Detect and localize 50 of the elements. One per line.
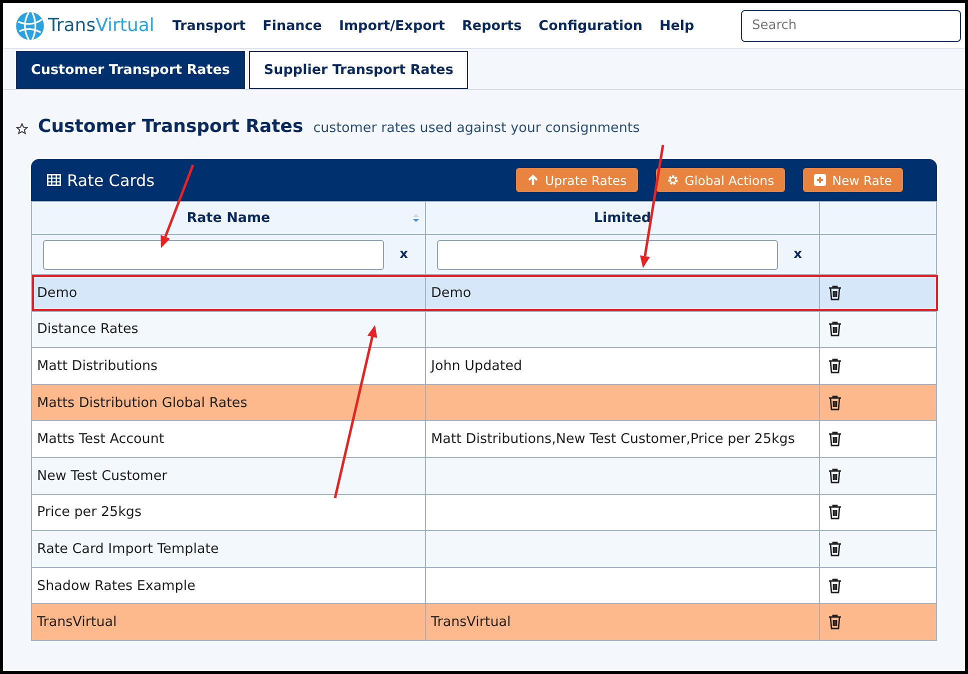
trash-icon[interactable] [828,540,842,557]
trash-icon[interactable] [828,504,842,520]
table-cell: Rate Card Import Template [37,540,219,557]
table-cell: Matt Distributions,New Test Customer,Price per 25kgs [431,431,795,448]
tab[interactable]: Customer Transport Rates [16,51,245,89]
table-cell: New Test Customer [37,468,168,484]
table-cell: Demo [37,284,78,301]
trash-icon[interactable] [828,321,842,338]
table-cell: TransVirtual [37,614,117,630]
clear-filter-button[interactable]: x [394,246,414,263]
column-header[interactable]: Limited [426,202,820,234]
arrow-up-icon [526,174,539,186]
search-field[interactable]: Search [741,10,961,42]
table-cell: Matt Distributions [37,358,158,374]
nav-menu-item[interactable]: Finance [262,18,322,34]
table-cell: Matts Test Account [37,431,164,448]
table-cell: John Updated [431,358,522,374]
sort-icon[interactable] [413,214,419,222]
table-cell: TransVirtual [431,614,511,630]
clear-filter-button[interactable]: x [788,246,808,263]
nav-menu-item[interactable]: Import/Export [338,18,446,34]
trash-icon[interactable] [828,431,842,448]
nav-menu-item[interactable]: Configuration [538,18,642,34]
page-title: Customer Transport Rates [38,116,304,137]
globe-logo-icon [15,10,45,40]
table-cell: Matts Distribution Global Rates [37,394,248,411]
gear-icon [666,174,679,186]
nav-menu-item[interactable]: Help [659,18,694,34]
filter-field[interactable] [43,240,384,270]
nav-menu-item[interactable]: Transport [172,18,246,34]
nav-menu-item[interactable]: Reports [462,18,522,34]
table-cell: Distance Rates [37,321,138,338]
table-cell: Shadow Rates Example [37,578,196,594]
trash-icon[interactable] [828,358,842,374]
table-grid-icon [47,174,61,186]
page-subtitle: customer rates used against your consignments [313,120,640,136]
trash-icon[interactable] [828,614,842,630]
table-cell: Price per 25kgs [37,504,142,520]
brand-name: TransVirtual [48,15,154,36]
star-icon[interactable] [16,122,28,134]
card-title: Rate Cards [67,170,155,190]
tab[interactable]: Supplier Transport Rates [248,51,468,89]
table-cell: Demo [431,284,472,301]
plus-square-icon [814,174,826,186]
trash-icon[interactable] [828,394,842,411]
filter-field[interactable] [437,240,778,270]
trash-icon[interactable] [828,468,842,484]
trash-icon[interactable] [828,578,842,594]
column-header[interactable]: Rate Name [32,202,426,234]
trash-icon[interactable] [828,284,842,301]
